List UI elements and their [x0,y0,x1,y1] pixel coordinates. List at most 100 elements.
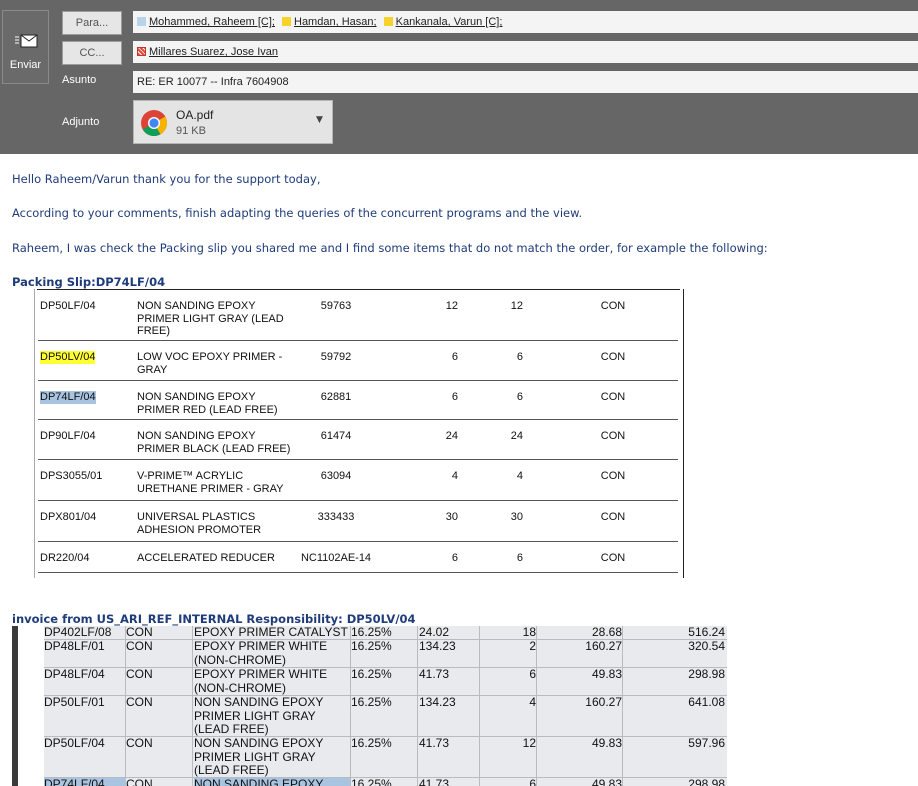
item-code: DP74LF/04 [40,391,96,404]
greeting-text: Hello Raheem/Varun thank you for the sup… [12,172,321,186]
table-row: DP50LF/04 CON NON SANDING EPOXY PRIMER L… [44,736,727,778]
attachment-size: 91 KB [176,125,206,137]
item-qty-shipped: 6 [516,552,523,564]
item-unit: CON [600,430,626,442]
item-number: 62881 [320,391,352,403]
item-number: NC1102AE-14 [300,552,372,564]
to-button[interactable]: Para... [62,11,122,35]
table-row: DP48LF/04 CON EPOXY PRIMER WHITE (NON-CH… [44,667,727,696]
table-row: DP50LF/01 CON NON SANDING EPOXY PRIMER L… [44,695,727,737]
item-number: 61474 [320,430,352,442]
cc-field[interactable]: Millares Suarez, Jose Ivan [133,41,918,63]
recipient[interactable]: Kankanala, Varun [C]; [383,11,503,33]
item-price: 134.23 [419,695,456,709]
item-unit: CON [126,639,153,653]
item-code: DP50LF/01 [44,695,105,709]
recipient[interactable]: Millares Suarez, Jose Ivan [137,41,278,63]
item-percent: 16.25% [351,639,392,653]
item-code: DPX801/04 [40,511,97,523]
item-qty-shipped: 24 [510,430,523,442]
item-description: NON SANDING EPOXY PRIMER LIGHT GRAY (LEA… [194,736,324,777]
table-row: DP50LF/04 NON SANDING EPOXY PRIMER LIGHT… [38,290,678,341]
item-unit: CON [126,736,153,750]
recipient[interactable]: Hamdan, Hasan; [282,11,377,33]
table-row: DR220/04 ACCELERATED REDUCER NC1102AE-14… [38,542,678,573]
item-number: 333433 [317,511,355,523]
item-total: 516.24 [688,626,725,639]
item-unit-price: 160.27 [585,695,622,709]
chrome-icon [141,110,168,137]
item-description: NON SANDING EPOXY PRIMER RED (LEAD FREE) [137,391,278,416]
item-code: DR220/04 [40,552,90,564]
recipient[interactable]: Mohammed, Raheem [C]; [137,11,275,33]
contact-status-icon [383,17,393,26]
item-code: DP74LF/04 [44,777,126,786]
item-unit: CON [126,777,153,786]
table-row: DP74LF/04 NON SANDING EPOXY PRIMER RED (… [38,381,678,420]
compose-header: Enviar Para... CC... Asunto Adjunto Moha… [0,0,918,154]
attachment-label: Adjunto [62,116,100,128]
item-unit: CON [600,470,626,482]
item-unit: CON [126,626,153,639]
item-number: 59792 [320,351,352,363]
item-number: 63094 [320,470,352,482]
item-code: DPS3055/01 [40,470,103,482]
item-description: EPOXY PRIMER WHITE (NON-CHROME) [194,639,328,667]
table-row: DPX801/04 UNIVERSAL PLASTICS ADHESION PR… [38,501,678,542]
item-description: ACCELERATED REDUCER [137,552,275,564]
item-description: EPOXY PRIMER WHITE (NON-CHROME) [194,667,328,695]
item-price: 41.73 [419,736,450,750]
send-button[interactable]: Enviar [2,10,49,84]
table-row: DP90LF/04 NON SANDING EPOXY PRIMER BLACK… [38,420,678,460]
item-qty-shipped: 6 [516,351,523,363]
invoice-image: DP402LF/08 CON EPOXY PRIMER CATALYST 16.… [12,626,727,786]
divider [683,289,684,578]
table-row: DPS3055/01 V-PRIME™ ACRYLIC URETHANE PRI… [38,460,678,501]
recipient-name: Kankanala, Varun [C]; [395,16,503,28]
item-price: 41.73 [419,667,450,681]
item-description: NON SANDING EPOXY PRIMER LIGHT GRAY (LEA… [194,695,324,736]
to-field[interactable]: Mohammed, Raheem [C]; Hamdan, Hasan; Kan… [133,11,918,33]
item-qty: 6 [529,667,536,681]
item-percent: 16.25% [351,777,392,786]
recipient-name: Mohammed, Raheem [C]; [149,16,275,28]
item-qty: 2 [529,639,536,653]
item-code: DP90LF/04 [40,430,96,442]
send-label: Enviar [9,59,42,71]
item-percent: 16.25% [351,695,392,709]
contact-status-icon [137,17,146,26]
item-qty: 18 [522,626,536,639]
item-percent: 16.25% [351,626,392,639]
item-unit-price: 160.27 [585,639,622,653]
item-percent: 16.25% [351,736,392,750]
item-description: NON SANDING EPOXY [194,777,350,786]
item-price: 134.23 [419,639,456,653]
recipient-name: Millares Suarez, Jose Ivan [149,46,278,58]
subject-input[interactable]: RE: ER 10077 -- Infra 7604908 [133,71,918,93]
item-total: 298.98 [688,777,725,786]
table-row: DP402LF/08 CON EPOXY PRIMER CATALYST 16.… [44,626,727,640]
item-unit: CON [600,511,626,523]
item-unit: CON [600,351,626,363]
contact-status-icon [137,47,146,56]
item-code: DP402LF/08 [44,626,112,639]
chevron-down-icon[interactable]: ▼ [316,115,323,125]
recipient-name: Hamdan, Hasan; [294,16,377,28]
item-qty-ordered: 6 [451,552,458,564]
item-unit: CON [126,695,153,709]
attachment-chip[interactable]: OA.pdf 91 KB ▼ [133,100,333,144]
paragraph-text: Raheem, I was check the Packing slip you… [12,241,768,255]
item-unit: CON [126,667,153,681]
item-qty-ordered: 4 [451,470,458,482]
table-row: DP50LV/04 LOW VOC EPOXY PRIMER - GRAY 59… [38,341,678,381]
divider [34,289,35,578]
item-number: 59763 [320,300,352,312]
invoice-table: DP402LF/08 CON EPOXY PRIMER CATALYST 16.… [44,626,727,786]
item-code: DP50LF/04 [40,300,96,312]
item-total: 597.96 [688,736,725,750]
cc-button[interactable]: CC... [62,41,122,65]
item-total: 641.08 [688,695,725,709]
item-qty-ordered: 6 [451,351,458,363]
item-code: DP50LV/04 [40,351,96,364]
item-unit-price: 49.83 [591,777,622,786]
